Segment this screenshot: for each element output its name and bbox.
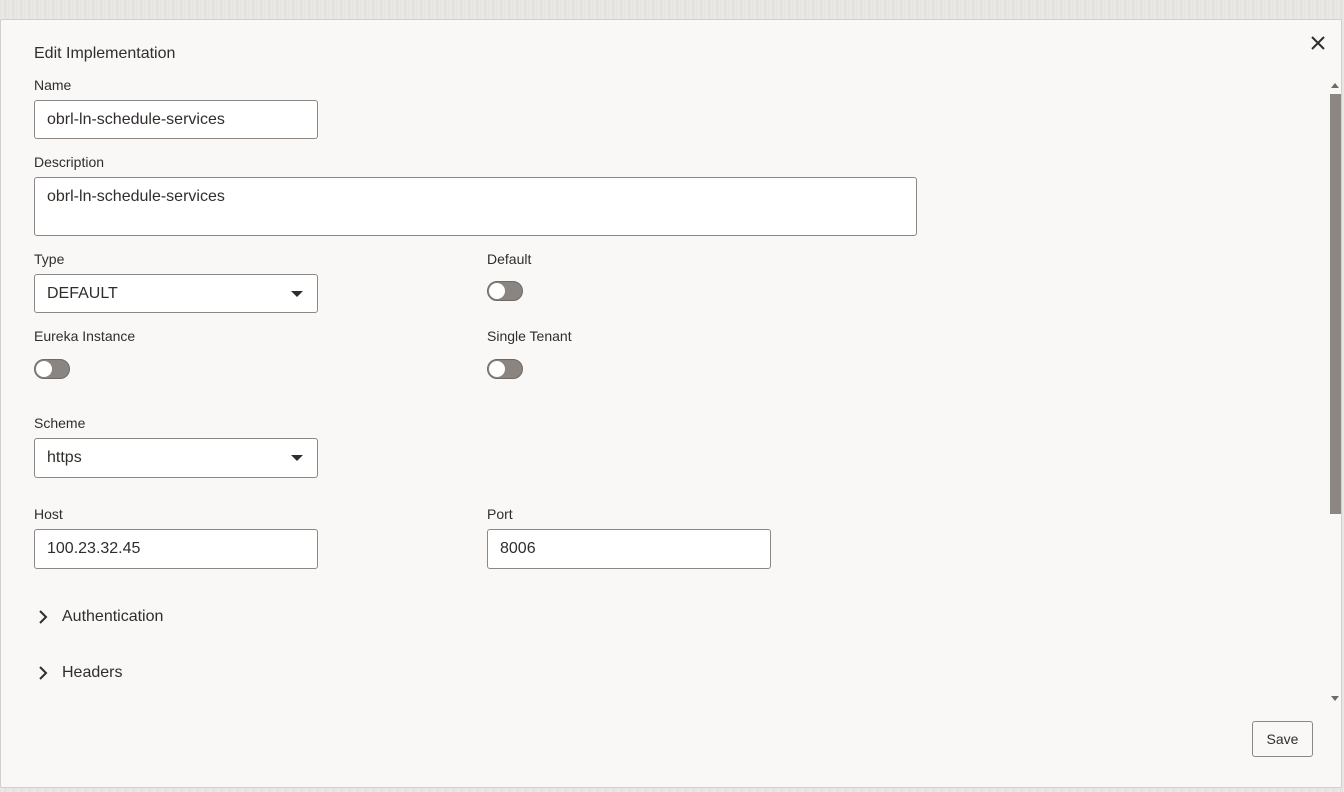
caret-down-icon <box>291 290 303 297</box>
host-label: Host <box>34 506 63 522</box>
port-label: Port <box>487 506 513 522</box>
type-label: Type <box>34 251 65 267</box>
name-value: obrl-ln-schedule-services <box>47 110 225 128</box>
headers-section-label: Headers <box>62 664 123 681</box>
description-textarea[interactable]: obrl-ln-schedule-services <box>34 177 917 236</box>
eureka-instance-toggle[interactable] <box>34 359 70 379</box>
caret-down-icon <box>291 455 303 461</box>
scroll-thumb[interactable] <box>1330 94 1341 514</box>
close-icon <box>1311 36 1325 50</box>
default-toggle[interactable] <box>487 281 523 301</box>
vertical-scrollbar[interactable] <box>1327 77 1343 705</box>
eureka-instance-label: Eureka Instance <box>34 328 136 344</box>
single-tenant-toggle[interactable] <box>487 359 523 379</box>
scheme-select[interactable]: https <box>34 438 318 478</box>
toggle-knob <box>36 361 52 377</box>
description-value: obrl-ln-schedule-services <box>47 188 225 205</box>
save-button[interactable]: Save <box>1252 721 1313 757</box>
chevron-right-icon <box>36 666 50 680</box>
type-select[interactable]: DEFAULT <box>34 274 318 313</box>
default-label: Default <box>487 251 532 267</box>
scroll-down-arrow-icon[interactable] <box>1331 696 1339 701</box>
single-tenant-label: Single Tenant <box>487 328 572 344</box>
description-label: Description <box>34 154 105 170</box>
authentication-section-toggle[interactable]: Authentication <box>36 608 163 626</box>
port-value: 8006 <box>500 540 536 557</box>
toggle-knob <box>489 361 505 377</box>
close-button[interactable] <box>1303 28 1333 58</box>
toggle-knob <box>489 283 505 299</box>
host-value: 100.23.32.45 <box>47 540 141 557</box>
name-label: Name <box>34 77 72 93</box>
port-input[interactable]: 8006 <box>487 529 771 569</box>
headers-section-toggle[interactable]: Headers <box>36 664 122 682</box>
dialog-title: Edit Implementation <box>34 45 176 62</box>
authentication-section-label: Authentication <box>62 608 164 625</box>
scheme-value: https <box>47 449 82 466</box>
name-input[interactable]: obrl-ln-schedule-services <box>34 100 318 139</box>
edit-implementation-dialog: Edit Implementation Name obrl-ln-schedul… <box>0 19 1342 788</box>
scheme-label: Scheme <box>34 415 86 431</box>
type-value: DEFAULT <box>47 284 118 302</box>
scroll-up-arrow-icon[interactable] <box>1331 83 1339 88</box>
host-input[interactable]: 100.23.32.45 <box>34 529 318 569</box>
chevron-right-icon <box>36 610 50 624</box>
